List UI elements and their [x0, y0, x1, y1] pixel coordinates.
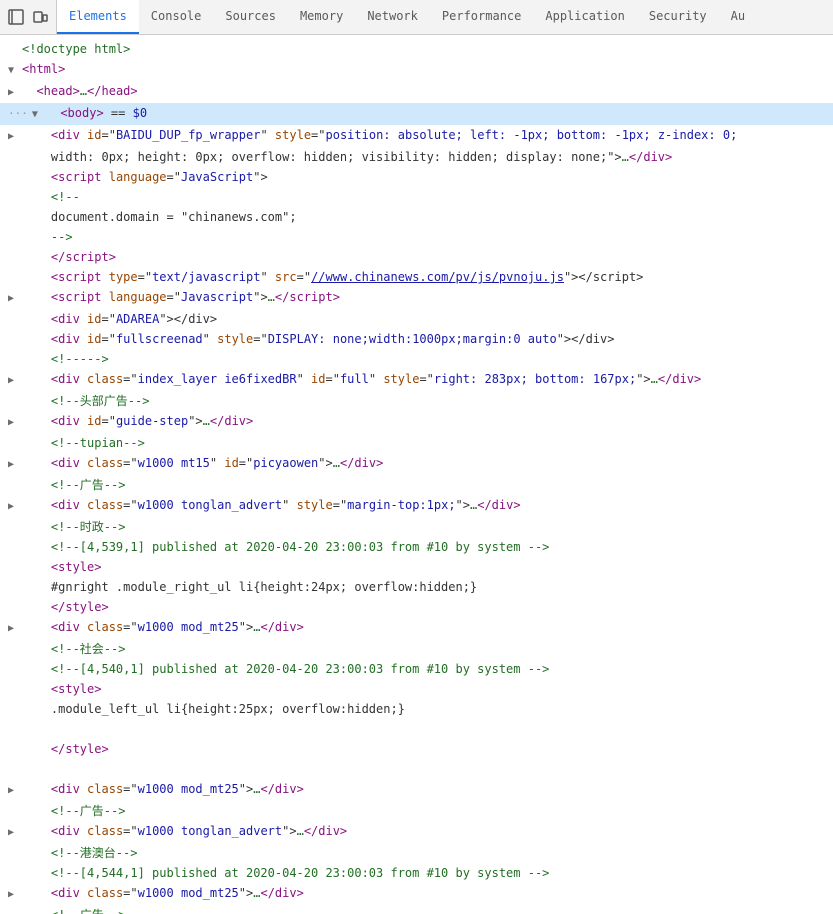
line-comment-dashes: <!----->: [0, 349, 833, 369]
line-script-js: <script language="JavaScript">: [0, 167, 833, 187]
line-div-adarea: <div id="ADAREA"></div>: [0, 309, 833, 329]
expand-arrow[interactable]: [8, 456, 22, 474]
line-comment-head-ad: <!--头部广告-->: [0, 391, 833, 411]
devtools-container: Elements Console Sources Memory Network …: [0, 0, 833, 914]
line-comment-published3: <!--[4,544,1] published at 2020-04-20 23…: [0, 863, 833, 883]
line-comment-close: -->: [0, 227, 833, 247]
line-comment-gangao: <!--港澳台-->: [0, 843, 833, 863]
expand-arrow[interactable]: [8, 782, 22, 800]
expand-arrow[interactable]: [8, 414, 22, 432]
line-div-guide-step: <div id="guide-step">…</div>: [0, 411, 833, 433]
line-doctype: <!doctype html>: [0, 39, 833, 59]
tab-network[interactable]: Network: [355, 0, 430, 34]
line-script-src: <script type="text/javascript" src="//ww…: [0, 267, 833, 287]
line-html-open: <html>: [0, 59, 833, 81]
line-comment-ad1: <!--广告-->: [0, 475, 833, 495]
line-div-mod-mt25-1: <div class="w1000 mod_mt25">…</div>: [0, 617, 833, 639]
expand-arrow[interactable]: [8, 290, 22, 308]
device-toggle-icon[interactable]: [30, 7, 50, 27]
expand-arrow[interactable]: [8, 62, 22, 80]
tab-audits[interactable]: Au: [719, 0, 757, 34]
line-style-open1: <style>: [0, 557, 833, 577]
line-comment-tupian: <!--tupian-->: [0, 433, 833, 453]
line-comment-open: <!--: [0, 187, 833, 207]
tab-sources[interactable]: Sources: [213, 0, 288, 34]
line-div-index-layer: <div class="index_layer ie6fixedBR" id="…: [0, 369, 833, 391]
line-style-open2: <style>: [0, 679, 833, 699]
tab-bar: Elements Console Sources Memory Network …: [0, 0, 833, 35]
tab-performance[interactable]: Performance: [430, 0, 533, 34]
line-css1: #gnright .module_right_ul li{height:24px…: [0, 577, 833, 597]
tab-memory[interactable]: Memory: [288, 0, 355, 34]
line-comment-published2: <!--[4,540,1] published at 2020-04-20 23…: [0, 659, 833, 679]
line-div-tonglan2: <div class="w1000 tonglan_advert">…</div…: [0, 821, 833, 843]
elements-panel: <!doctype html> <html> <head>…</head> ··…: [0, 35, 833, 914]
tab-console[interactable]: Console: [139, 0, 214, 34]
expand-arrow[interactable]: [8, 824, 22, 842]
expand-arrow[interactable]: [8, 886, 22, 904]
line-div-tonglan: <div class="w1000 tonglan_advert" style=…: [0, 495, 833, 517]
line-head: <head>…</head>: [0, 81, 833, 103]
line-div-mod-mt25-3: <div class="w1000 mod_mt25">…</div>: [0, 883, 833, 905]
line-style-close2: </style>: [0, 739, 833, 759]
expand-arrow[interactable]: [8, 84, 22, 102]
line-body[interactable]: ··· <body> == $0: [0, 103, 833, 125]
line-div-baidu: <div id="BAIDU_DUP_fp_wrapper" style="po…: [0, 125, 833, 147]
line-comment-ad2: <!--广告-->: [0, 801, 833, 821]
line-comment-published1: <!--[4,539,1] published at 2020-04-20 23…: [0, 537, 833, 557]
tab-elements[interactable]: Elements: [57, 0, 139, 34]
line-domain: document.domain = "chinanews.com";: [0, 207, 833, 227]
line-blank2: [0, 759, 833, 779]
toolbar-icons: [0, 0, 57, 34]
expand-arrow[interactable]: [32, 106, 46, 124]
line-comment-ad3: <!--广告-->: [0, 905, 833, 914]
line-style-close1: </style>: [0, 597, 833, 617]
inspect-icon[interactable]: [6, 7, 26, 27]
tab-security[interactable]: Security: [637, 0, 719, 34]
expand-arrow[interactable]: [8, 620, 22, 638]
line-div-picyaowen: <div class="w1000 mt15" id="picyaowen">……: [0, 453, 833, 475]
line-script-close: </script>: [0, 247, 833, 267]
line-div-fullscreenad: <div id="fullscreenad" style="DISPLAY: n…: [0, 329, 833, 349]
expand-arrow[interactable]: [8, 372, 22, 390]
expand-arrow[interactable]: [8, 498, 22, 516]
line-script-javascript: <script language="Javascript">…</script>: [0, 287, 833, 309]
line-blank: [0, 719, 833, 739]
line-comment-shiz: <!--时政-->: [0, 517, 833, 537]
line-div-mod-mt25-2: <div class="w1000 mod_mt25">…</div>: [0, 779, 833, 801]
expand-arrow[interactable]: [8, 128, 22, 146]
tab-application[interactable]: Application: [533, 0, 636, 34]
line-css2: .module_left_ul li{height:25px; overflow…: [0, 699, 833, 719]
line-comment-shehui: <!--社会-->: [0, 639, 833, 659]
line-gutter: ···: [8, 105, 28, 123]
line-div-baidu-cont: width: 0px; height: 0px; overflow: hidde…: [0, 147, 833, 167]
